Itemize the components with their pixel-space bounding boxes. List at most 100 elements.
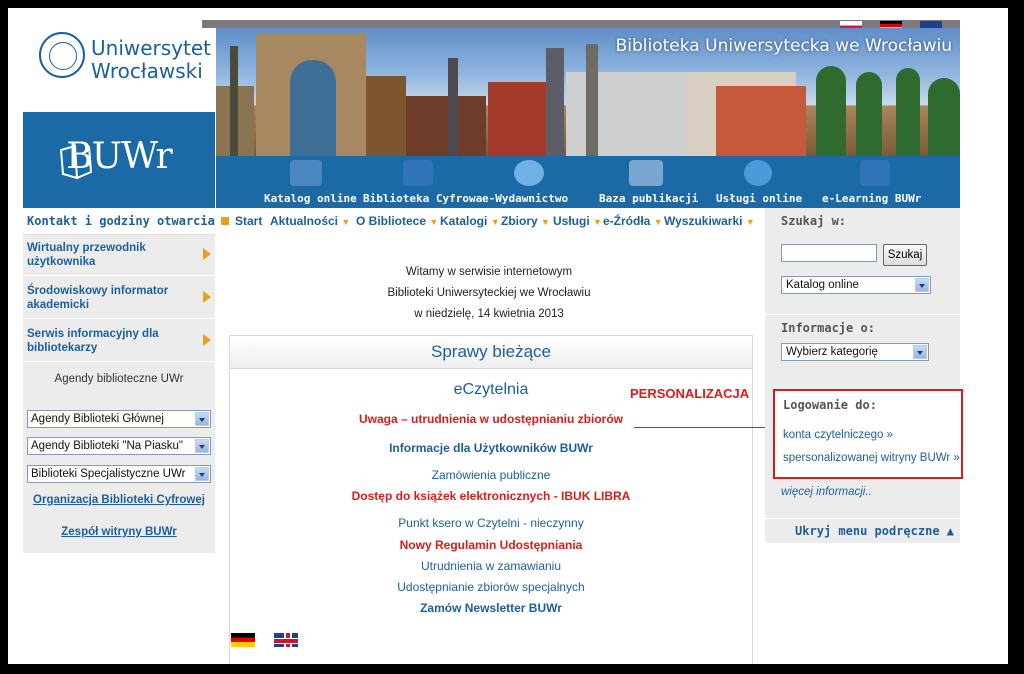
sidebar-item-label: Środowiskowy informator akademicki (27, 285, 169, 311)
right-sidebar: Szukaj w: Szukaj Katalog online Informac… (765, 208, 963, 543)
nav-katalog-online[interactable]: Katalog online (256, 156, 357, 208)
welcome-line2: Biblioteki Uniwersyteckiej we Wrocławiu (387, 287, 591, 299)
menu-start[interactable]: Start (235, 214, 262, 228)
select-value: Biblioteki Specjalistyczne UWr (31, 468, 186, 480)
info-category-select[interactable]: Wybierz kategorię (781, 343, 929, 361)
menu-label: Start (235, 214, 263, 228)
sidebar-item-label: Wirtualny przewodnik użytkownika (27, 242, 146, 268)
nav-biblioteka-cyfrowa[interactable]: Biblioteka Cyfrowa (363, 156, 483, 208)
news-link-ksero[interactable]: Punkt ksero w Czytelni - nieczynny (229, 516, 753, 530)
search-input[interactable] (781, 244, 877, 262)
banner-title: Biblioteka Uniwersytecka we Wrocławiu (615, 36, 952, 56)
news-link-zbiory-specjalne[interactable]: Udostępnianie zbiorów specjalnych (229, 580, 753, 594)
search-heading: Szukaj w: (781, 214, 847, 228)
nav-baza-publikacji[interactable]: Baza publikacji (599, 156, 699, 208)
browser-page: Uniwersytet Wrocławski BUWr Biblioteka U… (8, 8, 1008, 664)
menu-label: Wyszukiwarki (664, 214, 743, 228)
main-menu-bar: Kontakt i godziny otwarcia Start Aktualn… (23, 211, 761, 231)
select-value: Katalog online (786, 279, 859, 291)
chevron-down-icon (195, 467, 209, 481)
login-box: Logowanie do: konta czytelniczego » sper… (773, 389, 963, 479)
news-link-zamowienia[interactable]: Zamówienia publiczne (229, 468, 753, 482)
university-name-line2: Wrocławski (91, 59, 203, 83)
menu-label: Zbiory (501, 214, 538, 228)
personalizacja-annotation: PERSONALIZACJA (630, 386, 750, 401)
chevron-down-icon (913, 345, 927, 359)
university-logo[interactable]: Uniwersytet Wrocławski (23, 22, 215, 120)
search-button[interactable]: Szukaj (883, 244, 927, 266)
news-link-utrudnienia[interactable]: Uwaga – utrudnienia w udostępnianiu zbio… (229, 412, 753, 426)
select-value: Wybierz kategorię (786, 346, 878, 358)
library-logo[interactable]: BUWr (23, 112, 215, 208)
hide-menu-button[interactable]: Ukryj menu podręczne ▲ (765, 518, 960, 543)
eagle-seal-icon (39, 32, 85, 78)
menu-wyszukiwarki[interactable]: Wyszukiwarki ▼ (664, 214, 755, 228)
select-value: Agendy Biblioteki Głównej (31, 413, 164, 425)
chevron-down-icon (195, 412, 209, 426)
university-name-line1: Uniwersytet (91, 36, 211, 60)
welcome-text: Witamy w serwisie internetowym Bibliotek… (216, 262, 762, 325)
news-link-ibuk[interactable]: Dostęp do książek elektronicznych - IBUK… (229, 489, 753, 503)
menu-label: O Bibliotece (356, 214, 427, 228)
nav-e-learning[interactable]: e-Learning BUWr (820, 156, 930, 208)
cd-icon (514, 160, 544, 186)
contact-hours-link[interactable]: Kontakt i godziny otwarcia (27, 214, 215, 228)
menu-aktualnosci[interactable]: Aktualności ▼ (270, 214, 350, 228)
chevron-down-icon (195, 439, 209, 453)
menu-e-zrodla[interactable]: e-Źródła ▼ (603, 214, 663, 228)
arrow-right-icon (203, 248, 211, 260)
menu-katalogi[interactable]: Katalogi ▼ (440, 214, 500, 228)
reader-account-link[interactable]: konta czytelniczego » (783, 429, 893, 441)
search-scope-select[interactable]: Katalog online (781, 276, 931, 294)
triangle-down-icon: ▼ (653, 217, 663, 227)
nav-uslugi-online[interactable]: Usługi online (714, 156, 804, 208)
menu-zbiory[interactable]: Zbiory ▼ (501, 214, 550, 228)
news-link-newsletter[interactable]: Zamów Newsletter BUWr (229, 601, 753, 615)
personalized-site-link[interactable]: spersonalizowanej witryny BUWr » (783, 452, 960, 464)
agendy-label: Agendy biblioteczne UWr (54, 373, 184, 385)
organizacja-link[interactable]: Organizacja Biblioteki Cyfrowej (23, 494, 215, 506)
section-title: Sprawy bieżące (229, 335, 753, 369)
menu-label: Usługi (553, 214, 590, 228)
arrow-right-icon (203, 334, 211, 346)
news-link-informacje[interactable]: Informacje dla Użytkowników BUWr (229, 441, 753, 455)
login-heading: Logowanie do: (783, 398, 877, 412)
graduation-cap-icon (860, 160, 890, 186)
sidebar-item-przewodnik[interactable]: Wirtualny przewodnik użytkownika (23, 235, 215, 276)
english-flag-icon[interactable] (274, 633, 298, 647)
german-flag-icon[interactable] (231, 633, 255, 647)
globe-icon (744, 160, 772, 186)
agendy-piasek-select[interactable]: Agendy Biblioteki "Na Piasku" (27, 437, 211, 455)
news-link-regulamin[interactable]: Nowy Regulamin Udostępniania (229, 538, 753, 552)
triangle-down-icon: ▼ (429, 217, 439, 227)
sidebar-item-serwis[interactable]: Serwis informacyjny dla bibliotekarzy (23, 321, 215, 362)
printer-icon (290, 160, 322, 186)
nav-e-wydawnictwo[interactable]: e-Wydawnictwo (482, 156, 582, 208)
news-link-zamawianie[interactable]: Utrudnienia w zamawianiu (229, 559, 753, 573)
triangle-down-icon: ▼ (745, 217, 755, 227)
sidebar-item-label: Serwis informacyjny dla bibliotekarzy (27, 328, 159, 354)
icon-nav-bar: Katalog online Biblioteka Cyfrowa e-Wyda… (216, 156, 960, 208)
nav-label: Katalog online (264, 192, 357, 205)
arrow-right-icon (203, 291, 211, 303)
chevron-down-icon (915, 278, 929, 292)
select-value: Agendy Biblioteki "Na Piasku" (31, 440, 183, 452)
agendy-glowna-select[interactable]: Agendy Biblioteki Głównej (27, 410, 211, 428)
zespol-link[interactable]: Zespół witryny BUWr (23, 526, 215, 538)
menu-o-bibliotece[interactable]: O Bibliotece ▼ (356, 214, 438, 228)
header-banner: Biblioteka Uniwersytecka we Wrocławiu (216, 28, 960, 156)
orange-square-icon (221, 217, 229, 225)
divider (765, 314, 960, 315)
biblioteki-specjalistyczne-select[interactable]: Biblioteki Specjalistyczne UWr (27, 465, 211, 483)
menu-uslugi[interactable]: Usługi ▼ (553, 214, 602, 228)
library-logo-text: BUWr (66, 136, 172, 177)
menu-label: Aktualności (270, 214, 339, 228)
more-info-link[interactable]: więcej informacji.. (781, 486, 872, 498)
menu-label: e-Źródła (603, 214, 651, 228)
nav-label: Baza publikacji (599, 192, 699, 205)
nav-label: e-Wydawnictwo (482, 192, 569, 205)
sidebar-item-informator[interactable]: Środowiskowy informator akademicki (23, 278, 215, 319)
computer-icon (403, 160, 433, 186)
triangle-down-icon: ▼ (541, 217, 550, 227)
nav-label: Biblioteka Cyfrowa (363, 192, 483, 205)
